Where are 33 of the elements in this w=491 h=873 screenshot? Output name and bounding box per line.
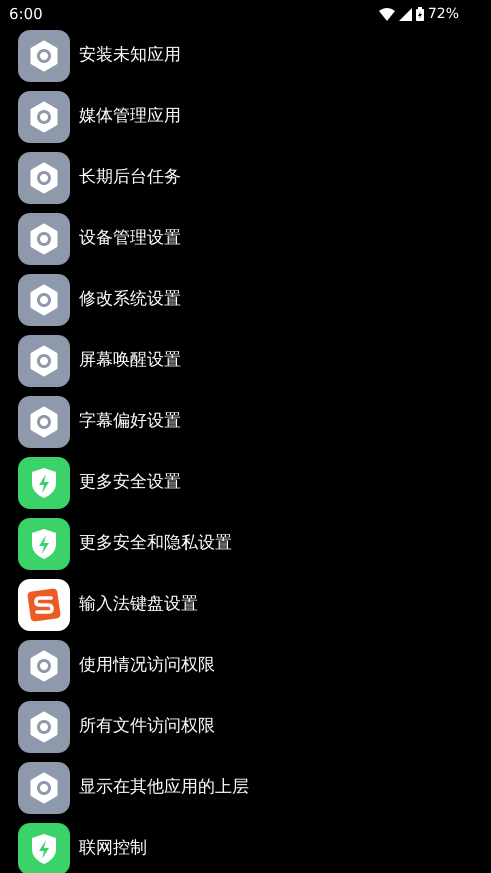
settings-item[interactable]: 屏幕唤醒设置 <box>18 335 491 387</box>
gear-icon <box>18 91 70 143</box>
gear-icon <box>18 30 70 82</box>
settings-item[interactable]: 安装未知应用 <box>18 30 491 82</box>
settings-item[interactable]: 媒体管理应用 <box>18 91 491 143</box>
battery-percent: 72% <box>428 4 459 24</box>
settings-item[interactable]: 输入法键盘设置 <box>18 579 491 631</box>
settings-item[interactable]: 联网控制 <box>18 823 491 873</box>
settings-item[interactable]: 修改系统设置 <box>18 274 491 326</box>
settings-item[interactable]: 显示在其他应用的上层 <box>18 762 491 814</box>
settings-item[interactable]: 所有文件访问权限 <box>18 701 491 753</box>
gear-icon <box>18 396 70 448</box>
gear-icon <box>18 762 70 814</box>
shield-icon <box>18 823 70 873</box>
gear-icon <box>18 701 70 753</box>
settings-item[interactable]: 使用情况访问权限 <box>18 640 491 692</box>
settings-item[interactable]: 更多安全设置 <box>18 457 491 509</box>
wifi-icon <box>378 8 395 20</box>
gear-icon <box>18 152 70 204</box>
keyboard-app-icon <box>18 579 70 631</box>
battery-icon <box>416 7 424 21</box>
gear-icon <box>18 335 70 387</box>
status-time: 6:00 <box>9 4 43 25</box>
shield-icon <box>18 457 70 509</box>
shield-icon <box>18 518 70 570</box>
gear-icon <box>18 274 70 326</box>
settings-item[interactable]: 字幕偏好设置 <box>18 396 491 448</box>
settings-item[interactable]: 长期后台任务 <box>18 152 491 204</box>
gear-icon <box>18 213 70 265</box>
settings-item[interactable]: 更多安全和隐私设置 <box>18 518 491 570</box>
settings-item[interactable]: 设备管理设置 <box>18 213 491 265</box>
gear-icon <box>18 640 70 692</box>
signal-icon <box>398 8 412 20</box>
